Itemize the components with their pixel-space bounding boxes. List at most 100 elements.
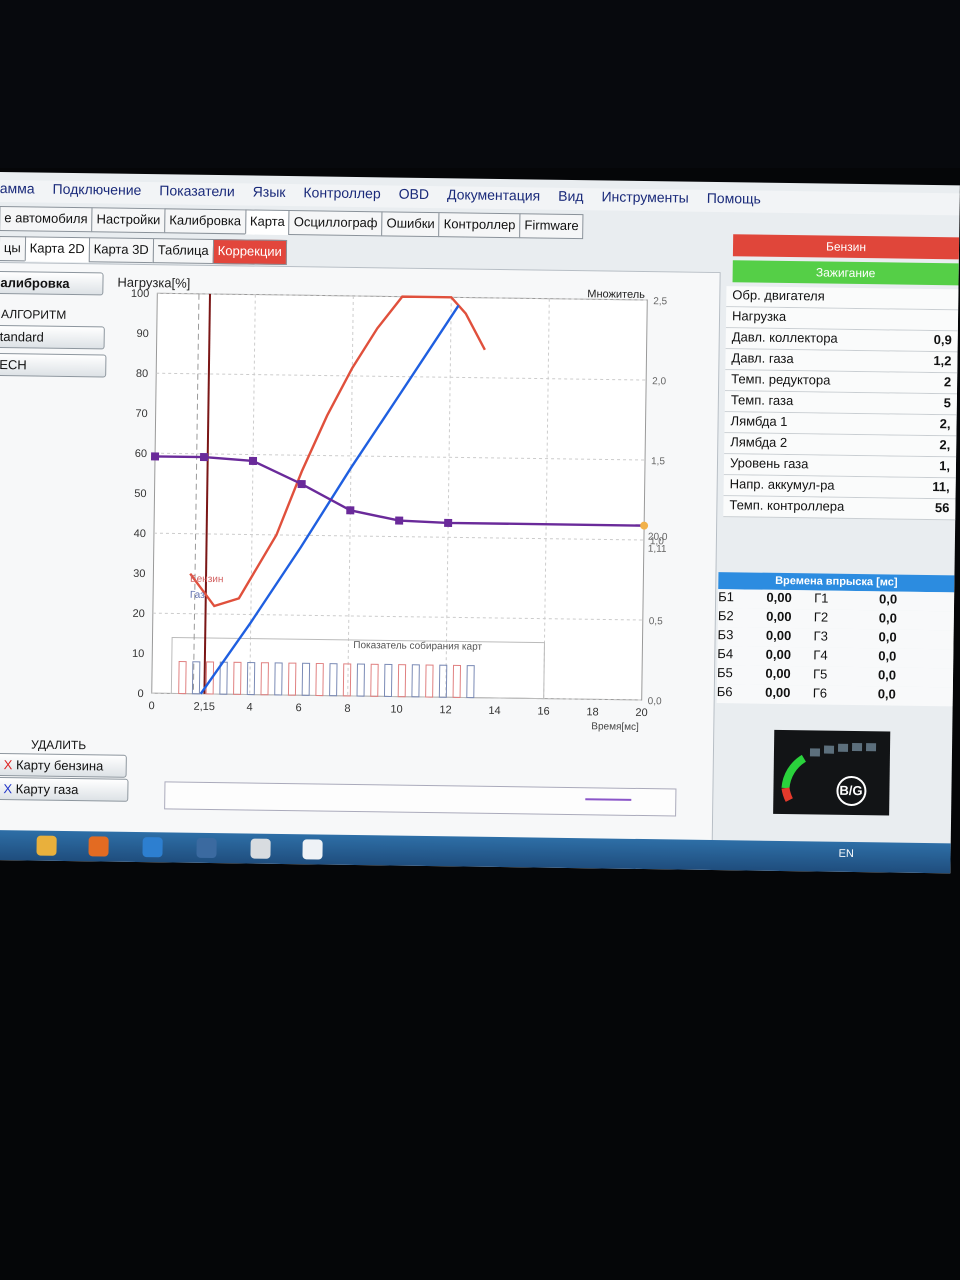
menu-tools[interactable]: Инструменты xyxy=(601,188,689,211)
y-tick-label: 40 xyxy=(134,528,146,540)
tab-firmware[interactable]: Firmware xyxy=(519,213,584,240)
tab-map[interactable]: Карта xyxy=(244,209,290,236)
injection-value: 0,0 xyxy=(878,629,897,645)
menu-controller[interactable]: Контроллер xyxy=(303,184,380,207)
x-tick-label: 4 xyxy=(246,701,252,713)
x-axis-label: Время[мс] xyxy=(591,721,639,733)
bg-app-icon[interactable] xyxy=(302,839,323,860)
y-tick-label: 10 xyxy=(132,648,144,660)
timeline-scroll[interactable] xyxy=(164,781,677,817)
injector-label: Б6 xyxy=(716,684,733,700)
injector-label: Г4 xyxy=(813,647,828,663)
x-tick-label: 6 xyxy=(295,702,301,714)
right-value-1: 20,0 xyxy=(648,532,668,543)
subtab-map-2d[interactable]: Карта 2D xyxy=(24,236,90,263)
param-name: Давл. коллектора xyxy=(731,329,838,346)
y-tick-label: 50 xyxy=(134,488,146,500)
x-tick-label: 20 xyxy=(635,707,647,719)
menu-view[interactable]: Вид xyxy=(558,188,584,210)
right-value-2: 1,11 xyxy=(648,544,667,555)
param-value: 2, xyxy=(939,437,951,453)
param-name: Давл. газа xyxy=(731,350,794,367)
param-value: 56 xyxy=(934,500,950,516)
delete-gas-map-button[interactable]: X Карту газа xyxy=(0,777,129,802)
y-tick-label: 80 xyxy=(136,368,148,380)
injector-label: Г1 xyxy=(814,590,829,606)
injection-value: 0,0 xyxy=(878,610,897,626)
algorithm-tech-button[interactable]: ECH xyxy=(0,352,107,378)
param-name: Темп. редуктора xyxy=(731,371,831,388)
param-name: Лямбда 2 xyxy=(730,434,788,451)
menu-connection[interactable]: Подключение xyxy=(52,181,141,204)
y-axis-label: Нагрузка[%] xyxy=(117,275,190,291)
subtab-table[interactable]: Таблица xyxy=(152,238,214,264)
delete-x-icon: X xyxy=(3,757,13,773)
subtab-first[interactable]: цы xyxy=(0,235,26,262)
param-name: Лямбда 1 xyxy=(730,413,788,430)
y-tick-label: 30 xyxy=(133,568,145,580)
plot-area xyxy=(151,292,648,701)
subtab-corrections[interactable]: Коррекции xyxy=(212,238,288,266)
subtab-map-3d[interactable]: Карта 3D xyxy=(88,237,154,264)
delete-petrol-map-button[interactable]: X Карту бензина xyxy=(0,753,127,778)
algorithm-standard-button[interactable]: tandard xyxy=(0,324,105,350)
injector-label: Г5 xyxy=(812,666,828,682)
tab-controller[interactable]: Контроллер xyxy=(438,212,521,239)
injection-value: 0,00 xyxy=(765,646,792,663)
map-chart[interactable]: 01020304050607080901000,00,51,01,52,02,5… xyxy=(101,269,707,737)
menu-obd[interactable]: OBD xyxy=(399,186,430,208)
tab-oscilloscope[interactable]: Осциллограф xyxy=(288,210,383,237)
param-name: Напр. аккумул-ра xyxy=(729,476,835,493)
param-value: 0,9 xyxy=(933,332,952,348)
multiplier-point xyxy=(395,516,404,525)
menu-program[interactable]: амма xyxy=(0,180,35,202)
timeline-marker xyxy=(585,798,632,801)
injection-value: 0,0 xyxy=(878,648,897,664)
y2-tick-label: 0,5 xyxy=(649,616,663,627)
y2-tick-label: 2,0 xyxy=(652,376,666,387)
tab-calibration[interactable]: Калибровка xyxy=(164,208,247,235)
injector-label: Г6 xyxy=(812,685,828,701)
param-name: Нагрузка xyxy=(731,308,787,324)
y-tick-label: 20 xyxy=(133,608,145,620)
firefox-icon[interactable] xyxy=(88,836,109,857)
algorithm-label: АЛГОРИТМ xyxy=(0,307,67,322)
menu-help[interactable]: Помощь xyxy=(707,190,761,213)
bars-title: Показатель собирания карт xyxy=(353,639,482,653)
x-tick-label: 0 xyxy=(148,700,154,712)
x-tick-label: 8 xyxy=(344,703,350,715)
multiplier-point xyxy=(346,506,355,515)
multiplier-point xyxy=(248,456,258,466)
menu-language[interactable]: Язык xyxy=(253,184,286,206)
param-value: 1,2 xyxy=(933,353,952,369)
injection-value: 0,0 xyxy=(877,667,897,683)
chrome-icon[interactable] xyxy=(36,835,57,856)
language-indicator[interactable]: EN xyxy=(838,848,853,860)
tab-settings[interactable]: Настройки xyxy=(91,207,166,234)
y-tick-label: 0 xyxy=(138,688,144,700)
menu-docs[interactable]: Документация xyxy=(447,186,540,209)
injector-label: Б1 xyxy=(718,589,735,605)
app-icon-1[interactable] xyxy=(142,837,163,858)
tab-errors[interactable]: Ошибки xyxy=(381,211,440,238)
menu-indicators[interactable]: Показатели xyxy=(159,182,235,205)
app-icon-2[interactable] xyxy=(196,837,217,859)
main-tabs: е автомобиля Настройки Калибровка Карта … xyxy=(0,205,584,240)
y2-tick-label: 0,0 xyxy=(648,696,662,707)
x-tick-label: 16 xyxy=(537,706,549,718)
calibration-button[interactable]: алибровка xyxy=(0,270,104,296)
injection-value: 0,0 xyxy=(877,686,896,702)
param-name: Обр. двигателя xyxy=(732,287,825,304)
app-icon-3[interactable] xyxy=(250,838,271,859)
injection-value: 0,00 xyxy=(765,665,791,682)
ignition-indicator: Зажигание xyxy=(732,260,959,286)
status-panel: Бензин Зажигание Обр. двигателя Нагрузка Д… xyxy=(715,234,960,837)
injector-label: Б2 xyxy=(717,608,734,624)
fuel-petrol-indicator: Бензин xyxy=(732,234,960,260)
multiplier-point xyxy=(150,452,160,461)
bg-logo: B/G xyxy=(773,729,891,816)
param-name: Уровень газа xyxy=(729,455,809,472)
bg-logo-text: B/G xyxy=(839,782,863,799)
injection-row: Б6 0,00 Г6 0,0 xyxy=(716,684,953,707)
tab-vehicle[interactable]: е автомобиля xyxy=(0,205,93,233)
